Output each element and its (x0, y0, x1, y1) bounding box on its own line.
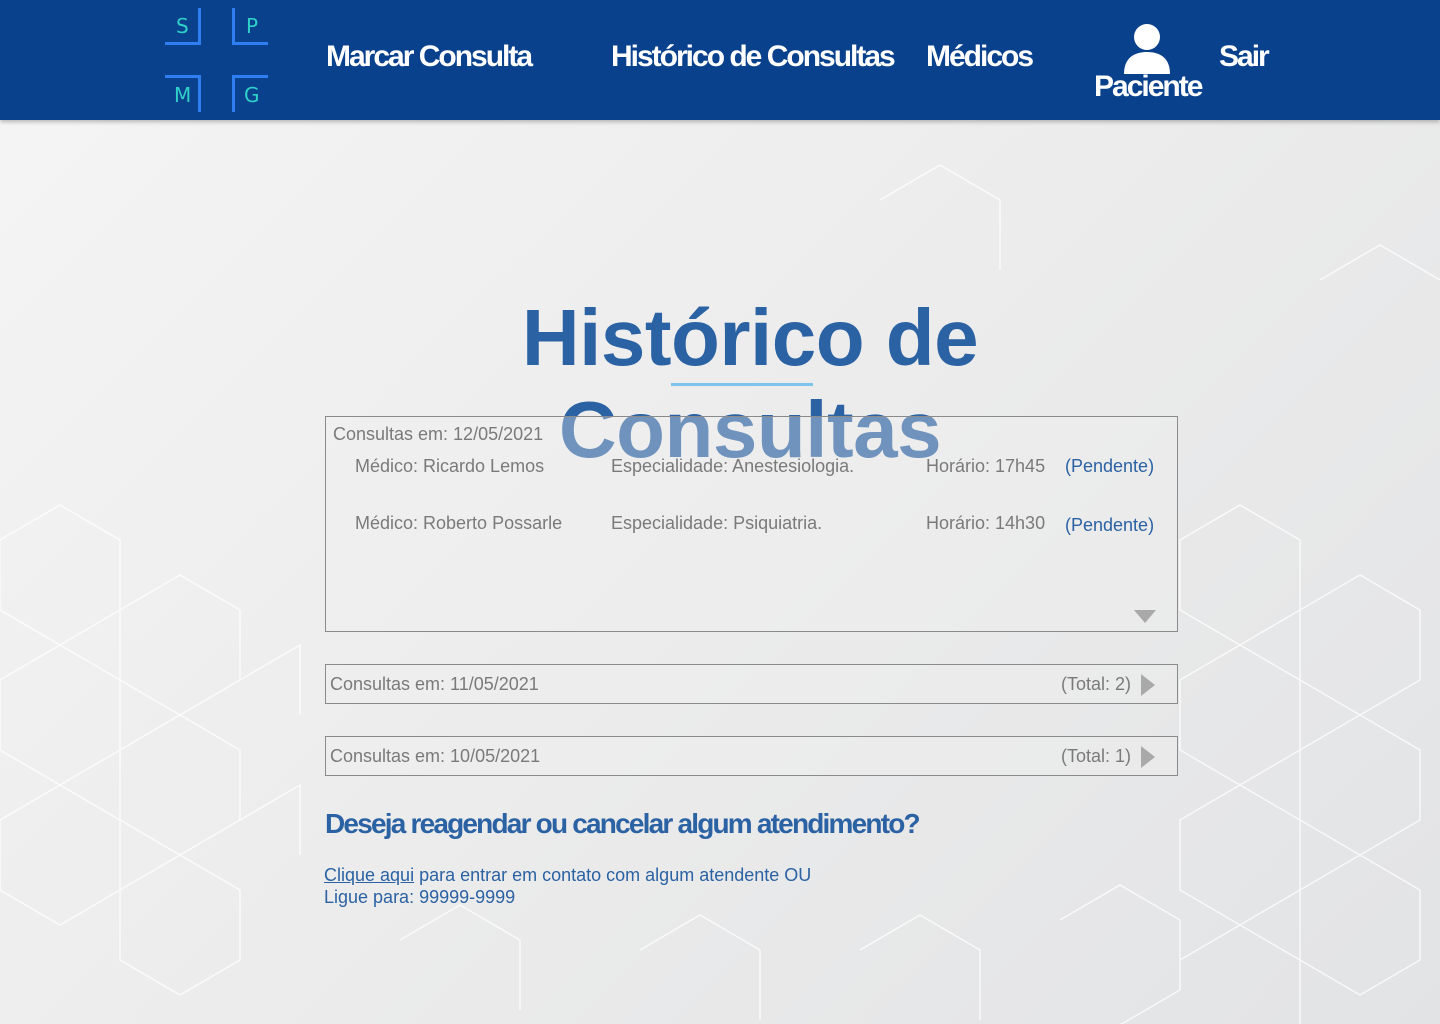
status-badge[interactable]: (Pendente) (1065, 456, 1154, 477)
specialty: Especialidade: Anestesiologia. (611, 456, 855, 476)
top-navigation-bar: S P M G Marcar Consulta Histórico de Con… (0, 0, 1440, 120)
logo-line (165, 75, 201, 78)
logo-line (232, 8, 235, 44)
logo-letter-p: P (246, 14, 259, 38)
logo-letter-g: G (244, 83, 260, 107)
collapse-caret-icon[interactable] (1134, 610, 1156, 623)
expand-caret-icon[interactable] (1141, 746, 1155, 768)
nav-medicos[interactable]: Médicos (926, 40, 1034, 74)
group-total: (Total: 2) (1060, 674, 1131, 694)
logo-line (165, 42, 201, 45)
status-badge[interactable]: (Pendente) (1065, 515, 1154, 536)
consultation-group-expanded: Consultas em: 12/05/2021 Médico: Ricardo… (325, 416, 1178, 632)
nav-sair[interactable]: Sair (1219, 40, 1270, 74)
user-icon (1124, 24, 1170, 74)
logo-line (232, 42, 268, 45)
appointment-time: Horário: 14h30 (926, 513, 1046, 533)
group-date-label: Consultas em: 10/05/2021 (330, 746, 541, 766)
logo-letter-m: M (174, 83, 192, 107)
doctor-name: Médico: Roberto Possarle (355, 513, 563, 533)
consultation-group-collapsed[interactable]: Consultas em: 10/05/2021 (Total: 1) (325, 736, 1178, 776)
contact-link[interactable]: Clique aqui (324, 865, 414, 885)
appointment-time: Horário: 17h45 (926, 456, 1046, 476)
group-date-label: Consultas em: 11/05/2021 (330, 674, 539, 694)
group-total: (Total: 1) (1060, 746, 1131, 766)
nav-marcar-consulta[interactable]: Marcar Consulta (326, 40, 533, 74)
logo-line (198, 75, 201, 112)
consultation-group-collapsed[interactable]: Consultas em: 11/05/2021 (Total: 2) (325, 664, 1178, 704)
user-role-label: Paciente (1094, 70, 1203, 103)
spmg-logo[interactable]: S P M G (162, 6, 272, 114)
contact-text: para entrar em contato com algum atenden… (414, 865, 812, 885)
reschedule-question: Deseja reagendar ou cancelar algum atend… (325, 808, 921, 839)
logo-line (232, 75, 268, 78)
phone-text: Ligue para: 99999-9999 (324, 887, 516, 907)
expand-caret-icon[interactable] (1141, 674, 1155, 696)
logo-letter-s: S (176, 14, 189, 38)
user-profile-menu[interactable]: Paciente (1094, 22, 1203, 106)
contact-info: Clique aqui para entrar em contato com a… (324, 864, 811, 908)
doctor-name: Médico: Ricardo Lemos (355, 456, 545, 476)
logo-line (198, 8, 201, 44)
group-date-label: Consultas em: 12/05/2021 (333, 424, 544, 444)
nav-historico-consultas[interactable]: Histórico de Consultas (611, 40, 896, 74)
logo-line (232, 75, 235, 112)
specialty: Especialidade: Psiquiatria. (611, 513, 823, 533)
title-underline (671, 383, 813, 386)
